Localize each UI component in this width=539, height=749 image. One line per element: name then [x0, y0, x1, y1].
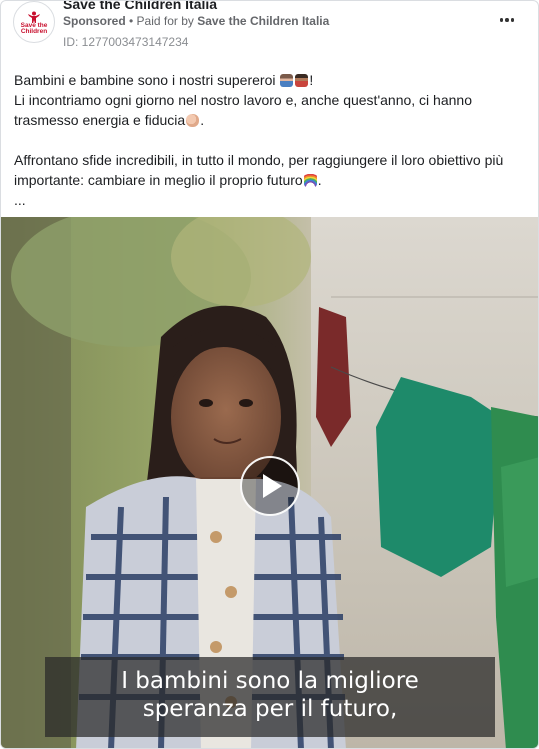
superhero-woman-icon: [280, 74, 294, 87]
post-header: Save the Children Save the Children Ital…: [1, 1, 538, 57]
body-line-3-end: .: [200, 112, 205, 128]
subtitle-line-1: I bambini sono la migliore: [121, 668, 419, 694]
advertiser-name: Save the Children Italia: [197, 14, 330, 28]
body-para2-line2-text: importante: cambiare in meglio il propri…: [14, 172, 303, 188]
logo-text-line2: Children: [20, 28, 48, 35]
ad-card: Save the Children Save the Children Ital…: [0, 0, 539, 749]
more-options-button[interactable]: [496, 11, 518, 29]
more-dot-icon: [499, 18, 504, 22]
sponsored-meta: Sponsored • Paid for by Save the Childre…: [63, 14, 329, 28]
ad-id: ID: 1277003473147234: [63, 35, 189, 49]
more-dot-icon: [510, 18, 515, 22]
flexed-biceps-icon: [186, 114, 200, 127]
see-more-ellipsis[interactable]: ...: [14, 190, 519, 210]
body-para2-line2: importante: cambiare in meglio il propri…: [14, 170, 519, 190]
video-player[interactable]: I bambini sono la migliore speranza per …: [1, 217, 538, 748]
meta-separator: •: [125, 14, 137, 28]
paid-for-prefix: Paid for by: [136, 14, 198, 28]
subtitle-line-2: speranza per il futuro,: [142, 696, 398, 722]
body-para2-line2-end: .: [317, 172, 322, 188]
body-line-1: Bambini e bambine sono i nostri superero…: [14, 70, 519, 90]
body-line-3: trasmesso energia e fiducia.: [14, 110, 519, 130]
body-para2-line1: Affrontano sfide incredibili, in tutto i…: [14, 152, 504, 168]
page-avatar[interactable]: Save the Children: [13, 1, 55, 43]
rainbow-icon: [303, 174, 317, 187]
sponsored-label: Sponsored: [63, 14, 126, 28]
save-the-children-logo-icon: [27, 11, 41, 23]
body-line-1-end: !: [309, 72, 314, 88]
play-button[interactable]: [240, 456, 300, 516]
page-name-link[interactable]: Save the Children Italia: [63, 1, 217, 12]
play-icon: [263, 474, 282, 498]
body-line-2: Li incontriamo ogni giorno nel nostro la…: [14, 92, 472, 108]
superhero-man-icon: [295, 74, 309, 87]
more-dot-icon: [505, 18, 509, 22]
post-body: Bambini e bambine sono i nostri superero…: [14, 70, 519, 210]
video-subtitle: I bambini sono la migliore speranza per …: [45, 657, 495, 737]
body-line-3-text: trasmesso energia e fiducia: [14, 112, 186, 128]
body-line-1-text: Bambini e bambine sono i nostri superero…: [14, 72, 276, 88]
